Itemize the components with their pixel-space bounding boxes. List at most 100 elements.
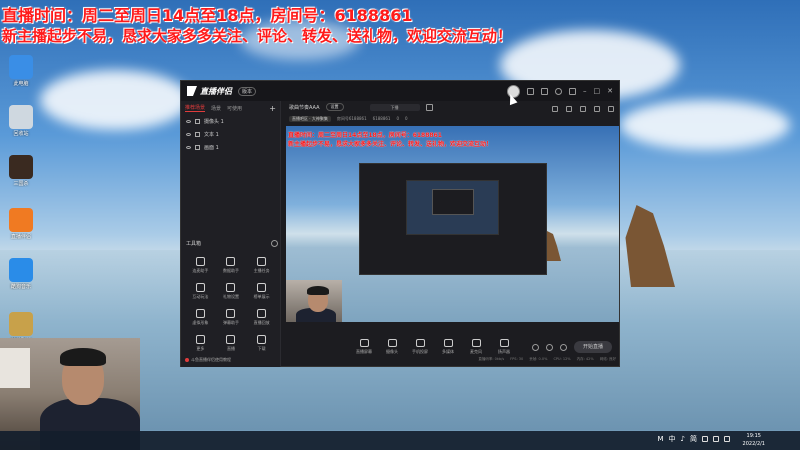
tray-music[interactable]: ♪ [681, 435, 685, 443]
status-item: 网络: 良好 [599, 357, 616, 361]
source-label: 手机投屏 [412, 349, 428, 354]
tool-item[interactable]: 直播 [216, 335, 247, 357]
go-live-button[interactable]: 开始直播 [574, 341, 612, 353]
source-button[interactable]: 直播屏幕 [350, 339, 378, 355]
version-badge[interactable]: 版本 [238, 86, 257, 96]
beauty-icon[interactable] [546, 343, 553, 351]
keyboard-icon[interactable] [702, 436, 708, 442]
tool-label: 下载 [257, 346, 266, 351]
stream-banner-line2: 新主播起步不易，恳求大家多多关注、评论、转发、送礼物，欢迎交流互动！ [2, 27, 513, 45]
record-icon[interactable] [532, 343, 539, 351]
tool-item[interactable]: 榜单展示 [246, 283, 277, 305]
minimize-button[interactable]: – [583, 87, 587, 95]
stop-stream-box[interactable]: 下播 [369, 103, 420, 111]
gift-icon[interactable] [555, 87, 562, 95]
volume-icon[interactable] [724, 436, 730, 442]
tool-item[interactable]: 互动玩法 [185, 283, 216, 305]
source-icon [195, 132, 200, 137]
source-button[interactable]: 麦克风 [462, 339, 490, 355]
app-logo: 直播伴侣 [187, 86, 232, 97]
tool-item[interactable]: 主播任务 [246, 257, 277, 279]
tab-recommended[interactable]: 推荐场景 [185, 104, 206, 112]
desktop-icon-label: 直播伴侣 [10, 234, 31, 240]
desktop-icon[interactable]: 直播伴侣 [4, 208, 38, 240]
menu-icon[interactable] [569, 87, 576, 95]
grid-icon [195, 335, 205, 344]
share-icon[interactable] [580, 106, 586, 112]
source-button[interactable]: 扬声器 [490, 339, 518, 355]
bell-icon[interactable] [594, 106, 600, 112]
shirt-icon[interactable] [541, 87, 548, 95]
scene-label: 文本 1 [204, 132, 219, 138]
clock-date: 2022/2/1 [742, 441, 765, 447]
tool-label: 互动玩法 [192, 294, 209, 299]
eye-icon[interactable] [186, 146, 191, 149]
scene-item[interactable]: 摄像头 1 [181, 115, 280, 128]
tray-ime-mode[interactable]: M [657, 435, 663, 443]
tool-label: 榜单展示 [253, 294, 270, 299]
wallet-icon[interactable] [566, 106, 572, 112]
tutorial-link[interactable]: 斗鱼直播伴侣使用教程 [185, 357, 231, 363]
background-window [0, 348, 30, 388]
fans-count: 0 [396, 116, 400, 121]
room-id: 房间号6188861 [336, 115, 367, 121]
add-scene-button[interactable]: + [269, 104, 276, 113]
download-icon [226, 283, 236, 292]
network-icon[interactable] [713, 436, 719, 442]
preview-banner-line1: 直播时间：周二至周日14点至18点，房间号：6188861 [288, 132, 442, 139]
desktop-icon[interactable]: 三国杀 [4, 155, 38, 187]
camera-icon [387, 339, 397, 347]
tool-item[interactable]: 连麦助手 [185, 257, 216, 279]
nested-preview-window-2 [406, 180, 499, 235]
task-icon [257, 257, 267, 266]
tab-available[interactable]: 可使用 [227, 105, 242, 112]
stream-preview[interactable]: 直播时间：周二至周日14点至18点，房间号：6188861 新主播起步不易，恳求… [286, 126, 619, 322]
scene-item[interactable]: 画面 1 [181, 141, 280, 154]
kugou-icon [9, 258, 33, 282]
desktop-icon-label: 酷狗音乐 [10, 284, 31, 290]
tool-item[interactable]: 更多 [185, 335, 216, 357]
tool-item[interactable]: 虚拟形象 [185, 309, 216, 331]
eye-icon[interactable] [186, 133, 191, 136]
settings-icon[interactable] [560, 343, 567, 351]
tray-simplified[interactable]: 简 [690, 434, 697, 444]
edit-icon[interactable] [425, 103, 433, 111]
taskbar: M 中 ♪ 简 19:15 2022/2/1 [0, 431, 800, 450]
close-button[interactable]: ✕ [607, 87, 613, 95]
download-icon [257, 335, 267, 344]
maximize-button[interactable]: □ [594, 87, 601, 95]
desktop-icon[interactable]: 回收站 [4, 105, 38, 137]
tool-item[interactable]: 弹幕助手 [216, 309, 247, 331]
source-button[interactable]: 摄像头 [378, 339, 406, 355]
desktop-icon[interactable]: 此电脑 [4, 55, 38, 87]
scene-panel: 推荐场景 场景 可使用 + 摄像头 1 文本 1 画面 1 工具箱 连麦助手 数据助手… [181, 101, 281, 367]
toolbox-settings-icon[interactable] [271, 240, 278, 247]
stream-panel: 歌曲节奏AAA 设置 下播 直播吧区 · 大神聚集 房间号6188861 618… [282, 101, 620, 367]
source-button[interactable]: 手机投屏 [406, 339, 434, 355]
tool-label: 直播 [226, 346, 235, 351]
category-tag[interactable]: 直播吧区 · 大神聚集 [289, 115, 331, 122]
phone-icon [415, 339, 425, 347]
eye-icon[interactable] [186, 120, 191, 123]
status-item: 直播码率: 0kb/s [478, 357, 505, 361]
tool-item[interactable]: 直播回放 [246, 309, 277, 331]
app-icon [9, 208, 33, 232]
clock[interactable]: 19:15 2022/2/1 [743, 432, 765, 448]
tool-item[interactable]: 数据助手 [216, 257, 247, 279]
nested-preview-window [359, 163, 547, 275]
tray-language[interactable]: 中 [669, 434, 676, 444]
source-button[interactable]: 多媒体 [434, 339, 462, 355]
tool-item[interactable]: 下载 [246, 335, 277, 357]
scene-item[interactable]: 文本 1 [181, 128, 280, 141]
message-icon[interactable] [527, 87, 534, 95]
live-assistant-window: 直播伴侣 版本 – □ ✕ 推荐场景 场景 可使用 + 摄像头 1 文本 1 画面 … [180, 80, 620, 367]
tool-item[interactable]: 礼物设置 [216, 283, 247, 305]
status-bar: 直播码率: 0kb/s FPS: 30 丢帧: 0.0% CPU: 12% 内存: 42… [282, 357, 620, 366]
more-icon[interactable] [608, 106, 614, 112]
preview-banner-line2: 新主播起步不易，恳求大家多多关注、评论、转发、送礼物，欢迎交流互动！ [288, 141, 493, 148]
likes-count: 0 [405, 116, 408, 121]
bag-icon[interactable] [552, 106, 558, 112]
room-settings-button[interactable]: 设置 [325, 103, 344, 111]
desktop-icon[interactable]: 酷狗音乐 [4, 258, 38, 290]
tab-scenes[interactable]: 场景 [211, 105, 221, 112]
